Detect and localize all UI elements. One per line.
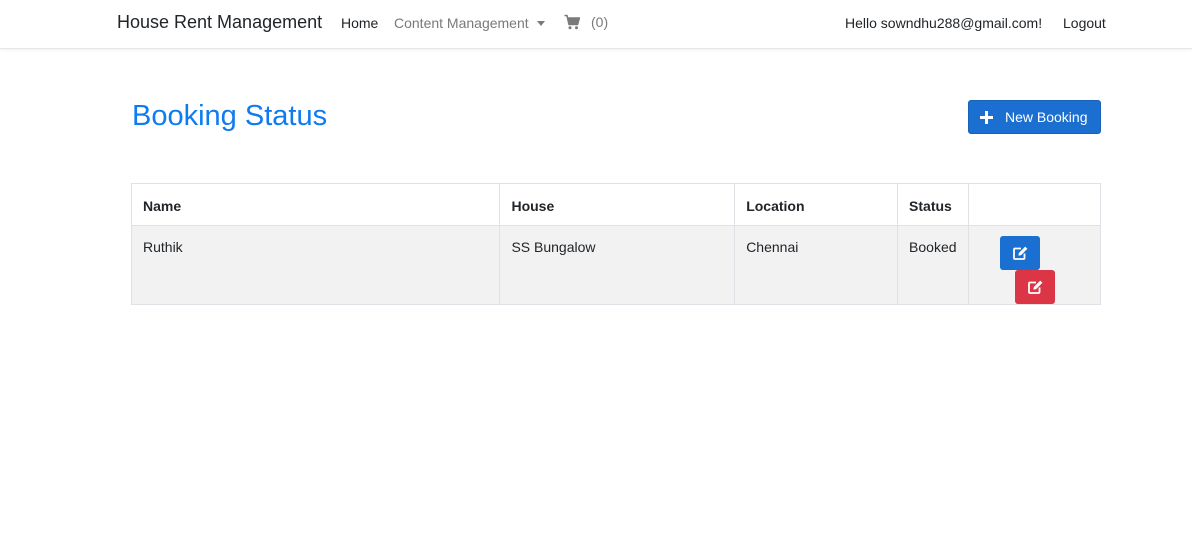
nav-content-management-label: Content Management <box>394 15 529 31</box>
cart-link[interactable]: (0) <box>564 14 608 30</box>
edit-icon <box>1012 246 1027 260</box>
nav-home-link[interactable]: Home <box>341 15 378 31</box>
brand-link[interactable]: House Rent Management <box>117 12 322 33</box>
edit-icon <box>1027 280 1042 294</box>
column-header-location: Location <box>734 183 899 226</box>
booking-table-container: Name House Location Status Ruthik SS Bun… <box>130 183 1101 305</box>
new-booking-label: New Booking <box>1005 109 1088 125</box>
cell-actions <box>968 225 1101 305</box>
navbar: House Rent Management Home Content Manag… <box>0 0 1192 49</box>
column-header-name: Name <box>130 183 501 226</box>
user-greeting: Hello sowndhu288@gmail.com! <box>845 15 1043 31</box>
cell-location: Chennai <box>734 225 899 305</box>
cart-count: (0) <box>591 14 609 30</box>
plus-icon <box>980 110 993 124</box>
cell-house: SS Bungalow <box>499 225 736 305</box>
delete-button[interactable] <box>1015 270 1056 304</box>
edit-button[interactable] <box>1000 236 1041 270</box>
column-header-house: House <box>499 183 736 226</box>
caret-down-icon <box>536 21 545 26</box>
booking-table: Name House Location Status Ruthik SS Bun… <box>130 183 1101 305</box>
new-booking-button[interactable]: New Booking <box>968 100 1101 134</box>
page-title: Booking Status <box>132 100 328 132</box>
nav-content-management-dropdown[interactable]: Content Management <box>394 15 545 31</box>
column-header-actions <box>968 183 1101 226</box>
cell-name: Ruthik <box>130 225 501 305</box>
shopping-cart-icon <box>564 14 580 30</box>
table-header-row: Name House Location Status <box>130 183 1101 226</box>
table-row: Ruthik SS Bungalow Chennai Booked <box>130 225 1101 305</box>
column-header-status: Status <box>897 183 970 226</box>
cell-status: Booked <box>897 225 970 305</box>
logout-link[interactable]: Logout <box>1063 15 1106 31</box>
